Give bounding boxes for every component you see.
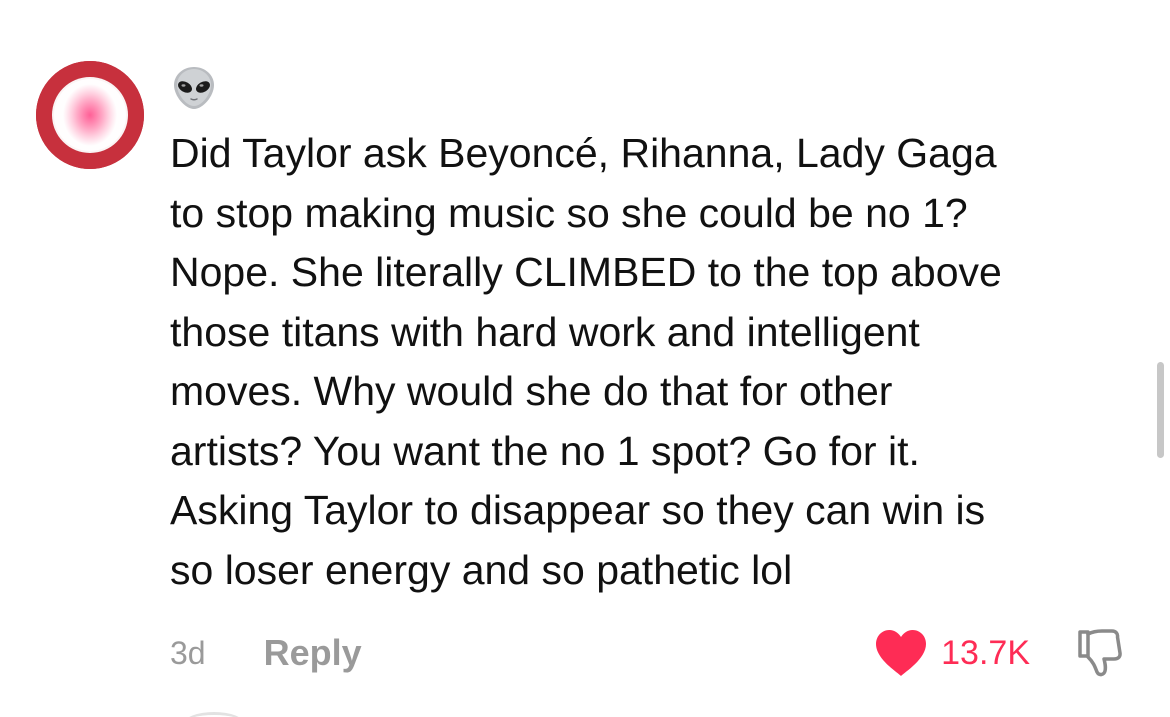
comment-text: Did Taylor ask Beyoncé, Rihanna, Lady Ga… — [170, 130, 1002, 593]
comment-actions: 13.7K — [873, 624, 1126, 682]
heart-icon[interactable] — [873, 628, 929, 678]
avatar[interactable] — [36, 61, 144, 169]
thumbs-down-icon[interactable] — [1072, 626, 1126, 680]
comment-item: Did Taylor ask Beyoncé, Rihanna, Lady Ga… — [0, 0, 1170, 717]
comment-meta: 3d Reply — [170, 628, 362, 678]
next-comment-avatar — [184, 712, 244, 717]
like-count: 13.7K — [941, 633, 1030, 672]
timestamp: 3d — [170, 634, 206, 671]
alien-emoji-icon[interactable] — [170, 64, 218, 112]
reply-button[interactable]: Reply — [264, 632, 362, 674]
scrollbar[interactable] — [1157, 362, 1164, 458]
